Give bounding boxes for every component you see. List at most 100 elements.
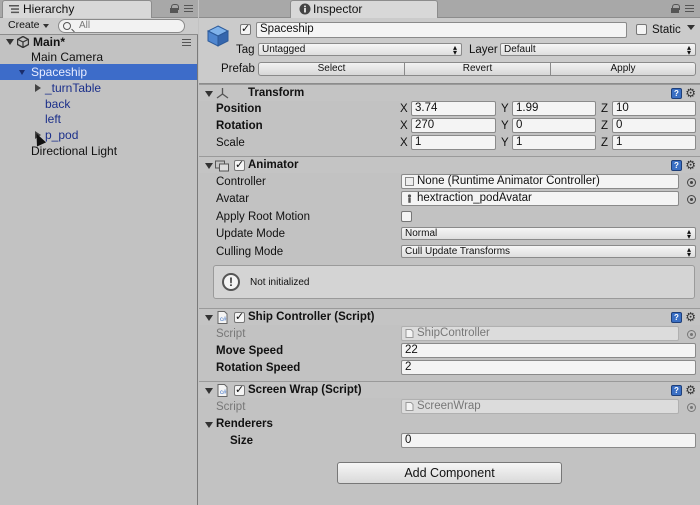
- hierarchy-item-back[interactable]: back: [0, 96, 197, 112]
- static-checkbox[interactable]: [636, 24, 647, 35]
- tag-label: Tag: [236, 44, 255, 56]
- scene-menu-icon[interactable]: [182, 39, 191, 46]
- axis-z-label: Z: [601, 137, 609, 149]
- screen-wrap-enabled-checkbox[interactable]: [234, 383, 245, 396]
- gear-icon[interactable]: ⚙: [685, 383, 696, 397]
- hierarchy-tab[interactable]: Hierarchy: [2, 0, 152, 18]
- position-x-input[interactable]: 3.74: [411, 101, 496, 116]
- ship-controller-title: Ship Controller (Script): [248, 311, 375, 323]
- collapse-arrow-icon[interactable]: [205, 315, 213, 321]
- panel-menu-icon[interactable]: [685, 5, 694, 12]
- collapse-arrow-icon[interactable]: [205, 388, 213, 394]
- move-speed-input[interactable]: 22: [401, 343, 696, 358]
- hierarchy-item-main-camera[interactable]: Main Camera: [0, 49, 197, 65]
- notice-text: Not initialized: [250, 277, 310, 288]
- prefab-apply-label: Apply: [610, 63, 636, 74]
- add-component-button[interactable]: Add Component: [337, 462, 562, 484]
- apply-root-motion-checkbox[interactable]: [401, 211, 412, 222]
- object-name-input[interactable]: Spaceship: [256, 22, 627, 38]
- position-y-input[interactable]: 1.99: [512, 101, 596, 116]
- rotation-z-value: 0: [616, 119, 623, 131]
- help-book-icon[interactable]: ?: [671, 88, 682, 99]
- gear-icon[interactable]: ⚙: [685, 158, 696, 172]
- rotation-label: Rotation: [216, 120, 263, 132]
- screen-wrap-header[interactable]: c# Screen Wrap (Script) ? ⚙: [199, 381, 700, 398]
- hierarchy-toolbar: Create All: [0, 18, 198, 35]
- culling-mode-value: Cull Update Transforms: [405, 246, 511, 257]
- culling-mode-label: Culling Mode: [216, 246, 284, 258]
- controller-object-field[interactable]: None (Runtime Animator Controller): [401, 174, 679, 189]
- scene-root-row[interactable]: Main*: [0, 34, 197, 50]
- prefab-label: Prefab: [221, 63, 255, 75]
- lock-icon[interactable]: [671, 4, 680, 13]
- expand-arrow-icon[interactable]: [35, 84, 41, 92]
- animator-notice-box: ! Not initialized: [213, 265, 695, 299]
- hierarchy-search-input[interactable]: All: [58, 19, 185, 33]
- hierarchy-item-label: _turnTable: [45, 81, 102, 95]
- object-picker-icon[interactable]: [687, 178, 696, 187]
- active-checkbox[interactable]: [240, 22, 251, 35]
- help-book-icon[interactable]: ?: [671, 160, 682, 171]
- hierarchy-item-spaceship[interactable]: Spaceship: [0, 64, 197, 80]
- controller-label: Controller: [216, 176, 266, 188]
- rotation-y-input[interactable]: 0: [512, 118, 596, 133]
- renderers-size-value: 0: [405, 434, 412, 446]
- layer-dropdown[interactable]: Default ▴ ▾: [500, 43, 696, 57]
- culling-mode-dropdown[interactable]: Cull Update Transforms ▴ ▾: [401, 245, 696, 259]
- hierarchy-item-label: left: [45, 112, 62, 126]
- axis-y-label: Y: [501, 103, 509, 115]
- prefab-apply-button[interactable]: Apply: [550, 62, 696, 76]
- help-book-icon[interactable]: ?: [671, 312, 682, 323]
- position-x-value: 3.74: [415, 102, 438, 114]
- hierarchy-item-p-pod[interactable]: p_pod: [0, 127, 197, 143]
- animator-header[interactable]: Animator ? ⚙: [199, 156, 700, 173]
- ship-controller-script-value: ShipController: [417, 327, 490, 339]
- prefab-revert-button[interactable]: Revert: [404, 62, 551, 76]
- rotation-z-input[interactable]: 0: [612, 118, 696, 133]
- unity-scene-icon: [17, 36, 29, 48]
- rotation-x-input[interactable]: 270: [411, 118, 496, 133]
- script-file-icon: c#: [217, 384, 228, 397]
- gear-icon[interactable]: ⚙: [685, 86, 696, 100]
- move-speed-value: 22: [405, 344, 418, 356]
- create-button[interactable]: Create: [4, 19, 52, 33]
- help-book-icon[interactable]: ?: [671, 385, 682, 396]
- rotation-speed-value: 2: [405, 361, 412, 373]
- ship-controller-enabled-checkbox[interactable]: [234, 310, 245, 323]
- transform-header[interactable]: Transform ? ⚙: [199, 84, 700, 101]
- gear-icon[interactable]: ⚙: [685, 310, 696, 324]
- avatar-object-field[interactable]: hextraction_podAvatar: [401, 191, 679, 206]
- scale-y-value: 1: [516, 136, 523, 148]
- transform-title: Transform: [248, 87, 305, 99]
- update-mode-value: Normal: [405, 228, 438, 239]
- animator-enabled-checkbox[interactable]: [234, 158, 245, 171]
- scale-z-input[interactable]: 1: [612, 135, 696, 150]
- expand-arrow-icon[interactable]: [6, 39, 14, 45]
- hierarchy-item-turntable[interactable]: _turnTable: [0, 80, 197, 96]
- game-object-cube-icon: [207, 25, 229, 47]
- panel-menu-icon[interactable]: [184, 5, 193, 12]
- prefab-select-button[interactable]: Select: [258, 62, 405, 76]
- object-picker-icon[interactable]: [687, 195, 696, 204]
- static-dropdown-icon[interactable]: [687, 25, 695, 30]
- renderers-expand-arrow-icon[interactable]: [205, 422, 213, 428]
- lock-icon[interactable]: [170, 4, 179, 13]
- rotation-speed-input[interactable]: 2: [401, 360, 696, 375]
- expand-arrow-icon[interactable]: [19, 70, 25, 75]
- hierarchy-item-directional-light[interactable]: Directional Light: [0, 143, 197, 159]
- collapse-arrow-icon[interactable]: [205, 91, 213, 97]
- static-label: Static: [652, 24, 681, 36]
- scale-z-value: 1: [616, 136, 623, 148]
- scale-y-input[interactable]: 1: [512, 135, 596, 150]
- hierarchy-item-left[interactable]: left: [0, 111, 197, 127]
- collapse-arrow-icon[interactable]: [205, 163, 213, 169]
- position-z-input[interactable]: 10: [612, 101, 696, 116]
- screen-wrap-script-value: ScreenWrap: [417, 400, 481, 412]
- renderers-size-input[interactable]: 0: [401, 433, 696, 448]
- update-mode-dropdown[interactable]: Normal ▴ ▾: [401, 227, 696, 241]
- prefab-select-label: Select: [317, 63, 346, 74]
- ship-controller-header[interactable]: c# Ship Controller (Script) ? ⚙: [199, 308, 700, 325]
- tag-dropdown[interactable]: Untagged ▴ ▾: [258, 43, 462, 57]
- inspector-tab[interactable]: Inspector: [290, 0, 438, 18]
- scale-x-input[interactable]: 1: [411, 135, 496, 150]
